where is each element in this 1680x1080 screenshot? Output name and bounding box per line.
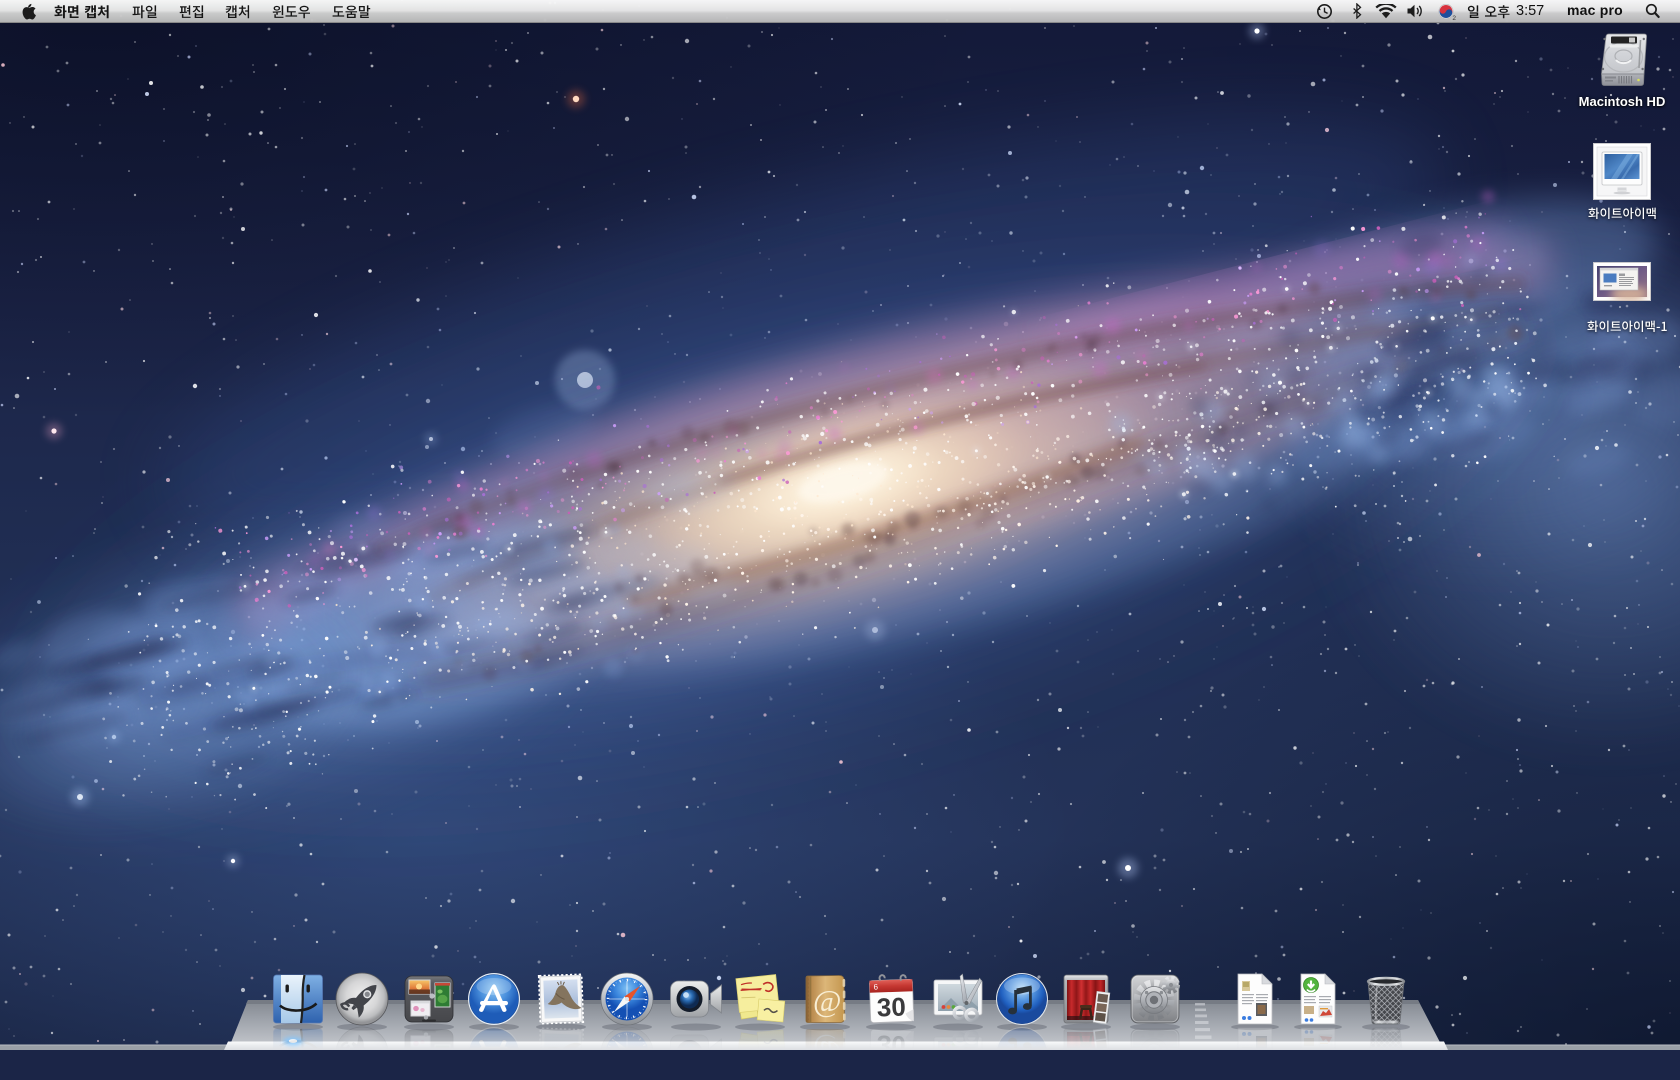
svg-text:30: 30 (876, 1030, 906, 1061)
svg-text:@: @ (813, 1034, 842, 1069)
svg-text:30: 30 (876, 991, 906, 1022)
svg-text:2: 2 (1452, 15, 1456, 20)
svg-text:@: @ (813, 983, 842, 1018)
